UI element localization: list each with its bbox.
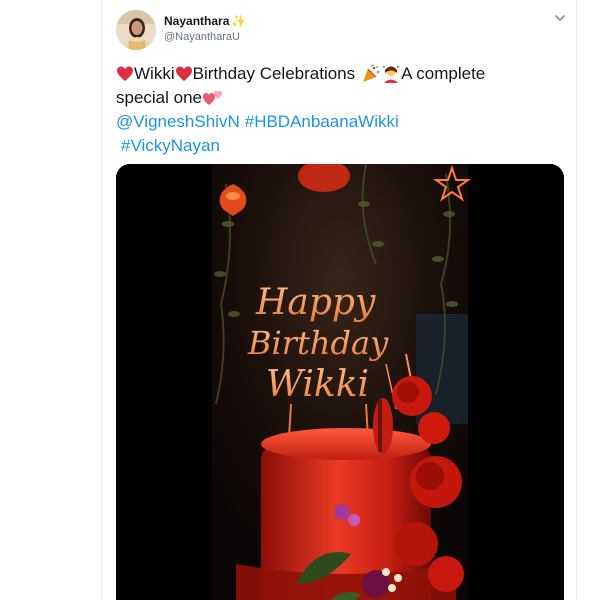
- author-name-row[interactable]: Nayanthara ✨: [164, 14, 246, 28]
- topper-line-1: Happy: [255, 282, 376, 323]
- hashtag-link[interactable]: #VickyNayan: [121, 134, 220, 158]
- two-hearts-icon: [203, 90, 223, 105]
- tweet-celebration-text: Birthday Celebrations: [192, 64, 356, 83]
- tweet-media[interactable]: Happy Birthday Wikki: [116, 164, 564, 600]
- mention-link[interactable]: @VigneshShivN: [116, 110, 240, 134]
- cake-photo: Happy Birthday Wikki: [116, 164, 564, 600]
- tweet-line-2: special one: [116, 86, 556, 110]
- tweet-name-text: Wikki: [134, 64, 175, 83]
- author-handle[interactable]: @NayantharaU: [164, 31, 240, 43]
- topper-line-3: Wikki: [266, 364, 369, 405]
- tweet-line-4: #VickyNayan: [116, 134, 556, 158]
- sparkles-icon: ✨: [231, 14, 247, 28]
- tweet-text: Wikki Birthday Celebrations A complete s…: [116, 62, 556, 158]
- tweet-complete-text: A complete: [401, 64, 486, 83]
- party-popper-icon: [363, 64, 380, 82]
- tweet-line-1: Wikki Birthday Celebrations A complete: [116, 62, 556, 86]
- tweet-card[interactable]: Nayanthara ✨ @NayantharaU Wikki Birthday…: [101, 0, 577, 600]
- topper-line-2: Birthday: [247, 324, 389, 362]
- display-name[interactable]: Nayanthara: [164, 14, 229, 28]
- red-heart-icon: [175, 66, 192, 81]
- tweet-special-text: special one: [116, 88, 203, 107]
- tweet-line-3: @VigneshShivN #HBDAnbaanaWikki: [116, 110, 556, 134]
- page: Nayanthara ✨ @NayantharaU Wikki Birthday…: [0, 0, 600, 600]
- celebrating-woman-icon: [382, 65, 400, 83]
- avatar-image: [116, 10, 156, 50]
- avatar[interactable]: [116, 10, 156, 50]
- chevron-down-icon[interactable]: [552, 10, 568, 26]
- red-heart-icon: [117, 66, 133, 81]
- hashtag-link[interactable]: #HBDAnbaanaWikki: [245, 110, 399, 134]
